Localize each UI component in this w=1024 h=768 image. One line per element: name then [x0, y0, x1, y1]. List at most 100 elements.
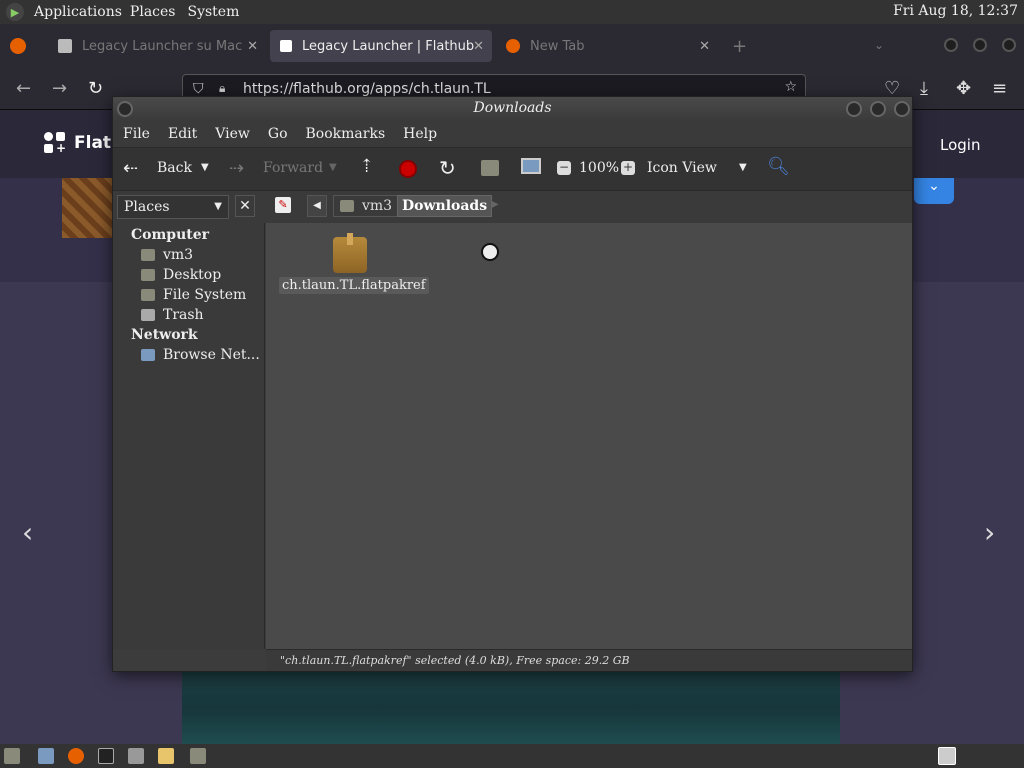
sidebar-item-label: File System [163, 287, 247, 303]
lock-icon[interactable]: 🔒︎ [219, 81, 225, 96]
sidebar-item-label: Trash [163, 307, 204, 323]
sidebar-item-trash[interactable]: Trash [141, 307, 204, 323]
url-text[interactable]: https://flathub.org/apps/ch.tlaun.TL [243, 81, 491, 97]
sidebar-item-browse-network[interactable]: Browse Net... [141, 347, 260, 363]
sidebar-selector[interactable]: Places ▼ [117, 195, 229, 219]
up-arrow-icon[interactable]: ⇡ [359, 156, 374, 177]
zoom-out-icon[interactable]: − [557, 161, 571, 175]
extensions-icon[interactable]: ✥ [956, 78, 971, 99]
close-icon[interactable]: ✕ [473, 39, 484, 54]
show-desktop-icon[interactable] [4, 748, 20, 764]
workspace-switcher-icon[interactable] [938, 747, 956, 765]
close-icon[interactable]: ✕ [699, 39, 710, 54]
maximize-icon[interactable] [870, 101, 886, 117]
tab-new-tab[interactable]: New Tab ✕ [496, 30, 718, 62]
network-icon [141, 349, 155, 361]
edit-location-icon[interactable]: ✎ [275, 197, 291, 213]
forward-history-dropdown-icon[interactable]: ▼ [329, 162, 337, 173]
window-menu-icon[interactable] [117, 101, 133, 117]
maximize-icon[interactable] [973, 38, 987, 52]
home-folder-icon[interactable] [481, 160, 499, 176]
clock[interactable]: Fri Aug 18, 12:37 [893, 3, 1018, 19]
location-bar: Places ▼ ✕ ✎ ◀ vm3 Downloads ▶ [113, 191, 912, 223]
status-text: "ch.tlaun.TL.flatpakref" selected (4.0 k… [280, 654, 630, 667]
file-view[interactable]: ch.tlaun.TL.flatpakref [266, 223, 912, 649]
tab-list-icon[interactable]: ⌄ [874, 38, 884, 52]
menu-edit[interactable]: Edit [168, 126, 197, 142]
close-icon[interactable] [894, 101, 910, 117]
drive-icon [141, 289, 155, 301]
close-sidebar-icon[interactable]: ✕ [235, 195, 255, 217]
file-item[interactable]: ch.tlaun.TL.flatpakref [279, 233, 429, 294]
sidebar-item-desktop[interactable]: Desktop [141, 267, 221, 283]
bookmark-star-icon[interactable]: ☆ [784, 79, 797, 95]
menu-go[interactable]: Go [268, 126, 288, 142]
view-mode-select[interactable]: Icon View [647, 160, 717, 176]
window-title: Downloads [113, 97, 912, 121]
busy-cursor-icon [481, 243, 499, 261]
path-button-vm3[interactable]: vm3 [333, 195, 400, 217]
install-dropdown-button[interactable]: ⌄ [914, 178, 954, 204]
terminal-icon[interactable] [98, 748, 114, 764]
forward-button[interactable]: Forward [263, 160, 323, 176]
computer-icon[interactable] [38, 748, 54, 764]
menu-help[interactable]: Help [403, 126, 437, 142]
close-icon[interactable]: ✕ [247, 39, 258, 54]
sidebar-item-label: vm3 [163, 247, 194, 263]
menu-view[interactable]: View [215, 126, 250, 142]
firefox-icon[interactable] [68, 748, 84, 764]
desktop-folder-icon [141, 269, 155, 281]
back-arrow-icon[interactable]: ← [16, 78, 31, 99]
login-link[interactable]: Login [940, 136, 980, 154]
system-menu[interactable]: System [187, 4, 239, 20]
text-editor-icon[interactable] [158, 748, 174, 764]
forward-arrow-icon[interactable]: → [52, 78, 67, 99]
downloads-icon[interactable]: ⤓ [920, 78, 928, 99]
tab-flathub[interactable]: Legacy Launcher | Flathub ✕ [270, 30, 492, 62]
zoom-in-icon[interactable]: + [621, 161, 635, 175]
tab-legacy-launcher-mac[interactable]: Legacy Launcher su Mac ✕ [48, 30, 266, 62]
path-scroll-right-icon[interactable]: ▶ [491, 199, 499, 210]
path-label: vm3 [362, 198, 393, 214]
home-icon [340, 200, 354, 212]
new-tab-icon[interactable]: + [732, 36, 747, 57]
close-window-icon[interactable] [1002, 38, 1016, 52]
back-button[interactable]: Back [157, 160, 192, 176]
reload-icon[interactable]: ↻ [439, 156, 456, 180]
firefox-tab-strip: Legacy Launcher su Mac ✕ Legacy Launcher… [0, 24, 1024, 68]
tab-title: New Tab [530, 38, 585, 54]
sidebar-item-file-system[interactable]: File System [141, 287, 246, 303]
back-arrow-icon[interactable]: ⇠ [123, 158, 138, 179]
sidebar-item-vm3[interactable]: vm3 [141, 247, 193, 263]
file-manager-icon[interactable] [128, 748, 144, 764]
menu-bookmarks[interactable]: Bookmarks [306, 126, 386, 142]
hamburger-menu-icon[interactable]: ≡ [992, 78, 1007, 99]
places-menu[interactable]: Places [130, 4, 176, 20]
view-mode-dropdown-icon[interactable]: ▼ [739, 162, 747, 173]
path-scroll-left-icon[interactable]: ◀ [307, 195, 327, 217]
stop-icon[interactable] [399, 160, 417, 178]
minimize-icon[interactable] [944, 38, 958, 52]
back-history-dropdown-icon[interactable]: ▼ [201, 162, 209, 173]
carousel-prev-icon[interactable]: ‹ [22, 516, 33, 549]
tab-title: Legacy Launcher | Flathub [302, 38, 475, 54]
menubar: File Edit View Go Bookmarks Help [113, 121, 912, 147]
bottom-panel [0, 744, 1024, 768]
sidebar-selector-label: Places [124, 199, 170, 215]
search-icon[interactable]: 🔍︎ [767, 156, 790, 177]
firefox-menu-icon[interactable] [10, 38, 26, 54]
carousel-next-icon[interactable]: › [984, 516, 995, 549]
computer-icon[interactable] [521, 158, 541, 174]
home-folder-icon[interactable] [190, 748, 206, 764]
reload-icon[interactable]: ↻ [88, 78, 103, 99]
gnome-foot-icon[interactable]: ▶ [6, 3, 24, 21]
minimize-icon[interactable] [846, 101, 862, 117]
menu-file[interactable]: File [123, 126, 150, 142]
applications-menu[interactable]: Applications [34, 4, 122, 20]
sidebar-item-label: Desktop [163, 267, 222, 283]
shield-icon[interactable]: ⛉ [193, 81, 204, 97]
path-button-downloads[interactable]: Downloads [397, 195, 493, 217]
forward-arrow-icon[interactable]: ⇢ [229, 158, 244, 179]
chevron-down-icon: ▼ [214, 201, 222, 212]
zoom-level[interactable]: 100% [579, 160, 619, 176]
